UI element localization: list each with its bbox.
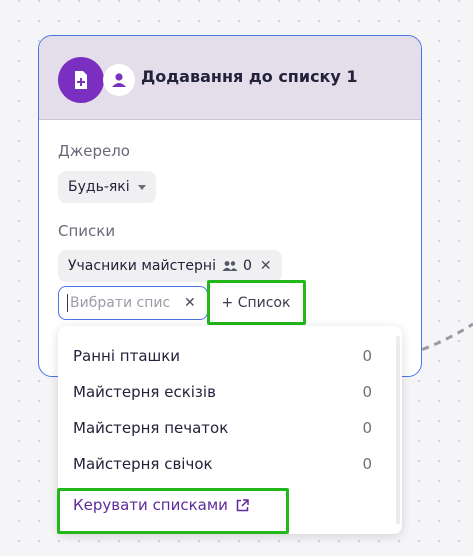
caret-down-icon <box>137 184 146 190</box>
selected-list-chip[interactable]: Учасники майстерні 0 ✕ <box>58 250 282 282</box>
user-icon <box>103 64 135 96</box>
lists-label: Списки <box>58 222 116 240</box>
node-title: Додавання до списку 1 <box>141 67 358 86</box>
list-dropdown: Ранні пташки 0 Майстерня ескізів 0 Майст… <box>58 326 402 534</box>
option-count: 0 <box>362 347 372 365</box>
selected-list-name: Учасники майстерні <box>68 258 216 274</box>
option-name: Ранні пташки <box>73 347 181 365</box>
text-cursor <box>67 294 68 312</box>
list-search-input[interactable] <box>70 295 182 311</box>
option-name: Майстерня печаток <box>73 419 229 437</box>
external-link-icon <box>236 498 249 511</box>
option-name: Майстерня свічок <box>73 455 213 473</box>
manage-lists-label: Керувати списками <box>73 496 228 514</box>
dropdown-scrollbar[interactable] <box>396 336 400 524</box>
dropdown-option[interactable]: Майстерня ескізів 0 <box>58 374 402 410</box>
option-name: Майстерня ескізів <box>73 383 216 401</box>
clear-search-icon[interactable]: ✕ <box>184 295 196 311</box>
list-search-input-box[interactable]: ✕ <box>58 286 208 320</box>
option-count: 0 <box>362 383 372 401</box>
dropdown-option[interactable]: Ранні пташки 0 <box>58 338 402 374</box>
selected-list-count: 0 <box>242 258 252 274</box>
dropdown-option[interactable]: Майстерня печаток 0 <box>58 410 402 446</box>
people-icon <box>222 261 238 271</box>
node-header: Додавання до списку 1 <box>39 36 421 120</box>
option-count: 0 <box>362 419 372 437</box>
manage-lists-link[interactable]: Керувати списками <box>73 496 249 514</box>
option-count: 0 <box>362 455 372 473</box>
remove-chip-icon[interactable]: ✕ <box>260 258 272 274</box>
source-select[interactable]: Будь-які <box>58 171 156 203</box>
dropdown-option[interactable]: Майстерня свічок 0 <box>58 446 402 482</box>
source-label: Джерело <box>58 142 130 160</box>
add-list-button[interactable]: + Список <box>209 286 303 320</box>
list-add-icon <box>58 57 104 103</box>
source-select-value: Будь-які <box>68 179 130 195</box>
